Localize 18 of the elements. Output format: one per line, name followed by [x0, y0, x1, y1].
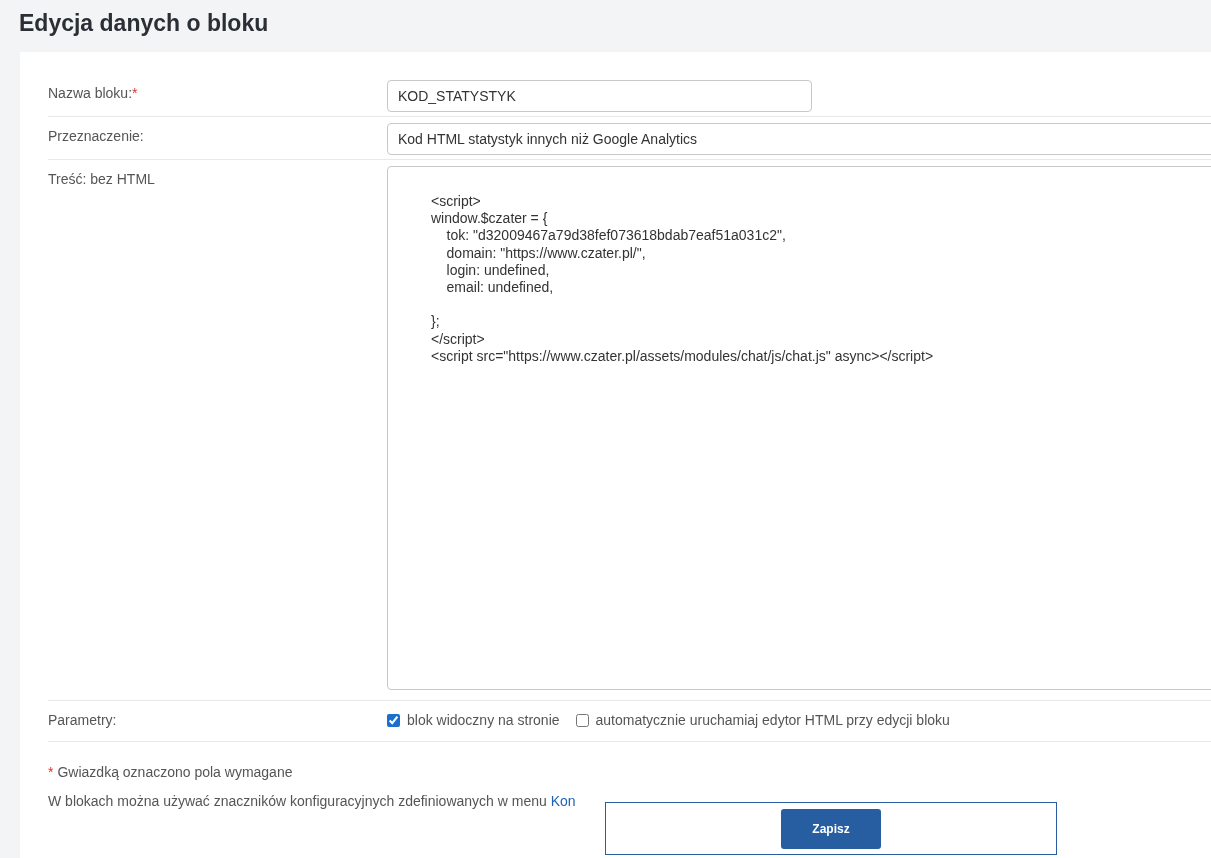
required-mark: *	[132, 85, 138, 101]
info-link[interactable]: Kon	[550, 793, 576, 809]
page-title: Edycja danych o bloku	[19, 10, 270, 38]
required-mark: *	[48, 764, 54, 780]
required-note: Gwiazdką oznaczono pola wymagane	[57, 764, 293, 780]
text-field[interactable]: KOD_STATYSTYK	[387, 80, 812, 112]
field-label: Przeznaczenie:	[48, 128, 144, 144]
field-label: Treść: bez HTML	[48, 171, 155, 187]
code-textarea[interactable]: <script> window.$czater = { tok: "d32009467a79d38fef073618bdab7eaf51a031c2", domain: "https://www.czater.pl/", login: undefined, email: undefined, }; </script> <script src="https://www.czater.pl/assets/modules/chat/js/chat.js" async></script>	[387, 166, 1211, 690]
field-label: Parametry:	[48, 712, 117, 728]
field-label: Nazwa bloku:	[48, 85, 133, 101]
checkbox[interactable]	[387, 714, 400, 727]
checkbox-label: automatycznie uruchamiaj edytor HTML przy edycji bloku	[595, 711, 950, 730]
text-field[interactable]: Kod HTML statystyk innych niż Google Analytics	[387, 123, 1211, 155]
checkbox-label: blok widoczny na stronie	[407, 711, 560, 730]
save-button[interactable]: Zapisz	[781, 808, 881, 849]
checkbox[interactable]	[575, 714, 589, 727]
info-text: W blokach można używać znaczników konfiguracyjnych zdefiniowanych w menu Kon	[48, 792, 577, 811]
